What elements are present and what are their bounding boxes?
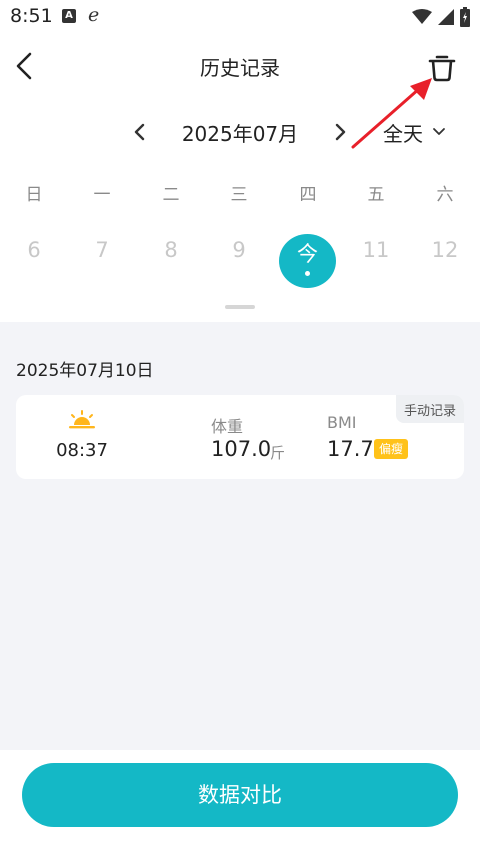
date-cell[interactable]: 12 <box>411 230 479 290</box>
source-tag: 手动记录 <box>395 395 464 423</box>
bmi-label: BMI <box>327 413 357 432</box>
next-month-button[interactable] <box>326 118 354 146</box>
today-date-cell[interactable]: 今 <box>279 234 336 288</box>
weekday-header: 日 一 二 三 四 五 六 <box>0 180 480 208</box>
date-number: 8 <box>164 238 178 262</box>
weight-label: 体重 <box>211 417 244 436</box>
month-label: 2025年07月 <box>181 122 299 146</box>
date-cell[interactable]: 8 <box>137 230 205 290</box>
weekday-label: 三 <box>230 185 248 205</box>
bmi-status-badge: 偏瘦 <box>374 439 409 459</box>
chevron-right-icon <box>335 123 346 141</box>
has-record-dot <box>305 271 310 276</box>
weekday-label: 日 <box>25 185 43 205</box>
status-bar: 8:51 A e <box>0 0 480 34</box>
weekday-label: 六 <box>436 185 454 205</box>
bottom-bar: 数据对比 <box>0 750 480 853</box>
record-date-heading: 2025年07月10日 <box>16 361 154 381</box>
date-number: 12 <box>431 238 459 262</box>
drag-handle[interactable] <box>225 305 255 309</box>
browser-notification-icon: e <box>88 4 100 26</box>
bmi-value: 17.7 <box>327 437 374 461</box>
wifi-icon <box>412 9 432 24</box>
weekday-label: 二 <box>162 185 180 205</box>
chevron-down-icon <box>433 128 445 135</box>
record-card[interactable]: 手动记录 08:37 体重 107.0 斤 BMI 17.7 偏瘦 <box>16 395 464 479</box>
record-time: 08:37 <box>56 440 108 461</box>
prev-month-button[interactable] <box>126 118 154 146</box>
time-range-label: 全天 <box>383 121 423 146</box>
status-time: 8:51 <box>10 5 53 27</box>
status-icons <box>412 6 470 28</box>
date-number: 9 <box>232 238 246 262</box>
date-cell[interactable]: 6 <box>0 230 68 290</box>
compare-data-button[interactable]: 数据对比 <box>22 763 458 827</box>
sunrise-icon <box>69 410 95 429</box>
date-number: 6 <box>27 238 41 262</box>
time-range-dropdown[interactable]: 全天 <box>383 118 447 146</box>
date-number: 11 <box>362 238 390 262</box>
records-area: 2025年07月10日 手动记录 08:37 体重 107.0 斤 BMI 17… <box>0 322 480 750</box>
date-number: 7 <box>95 238 109 262</box>
date-strip: 6 7 8 9 11 12 <box>0 230 480 290</box>
notification-a-icon: A <box>62 9 76 23</box>
battery-charging-icon <box>460 7 470 27</box>
weight-unit: 斤 <box>270 444 286 462</box>
date-cell[interactable]: 7 <box>68 230 136 290</box>
today-label: 今 <box>297 242 318 266</box>
weight-value: 107.0 <box>211 437 272 461</box>
date-cell[interactable]: 11 <box>342 230 410 290</box>
cell-signal-icon <box>438 9 454 25</box>
date-cell[interactable]: 9 <box>205 230 273 290</box>
weekday-label: 一 <box>93 185 111 205</box>
chevron-left-icon <box>134 123 145 141</box>
weekday-label: 五 <box>367 185 385 205</box>
weekday-label: 四 <box>299 185 317 205</box>
month-selector: 2025年07月 全天 <box>0 110 480 154</box>
